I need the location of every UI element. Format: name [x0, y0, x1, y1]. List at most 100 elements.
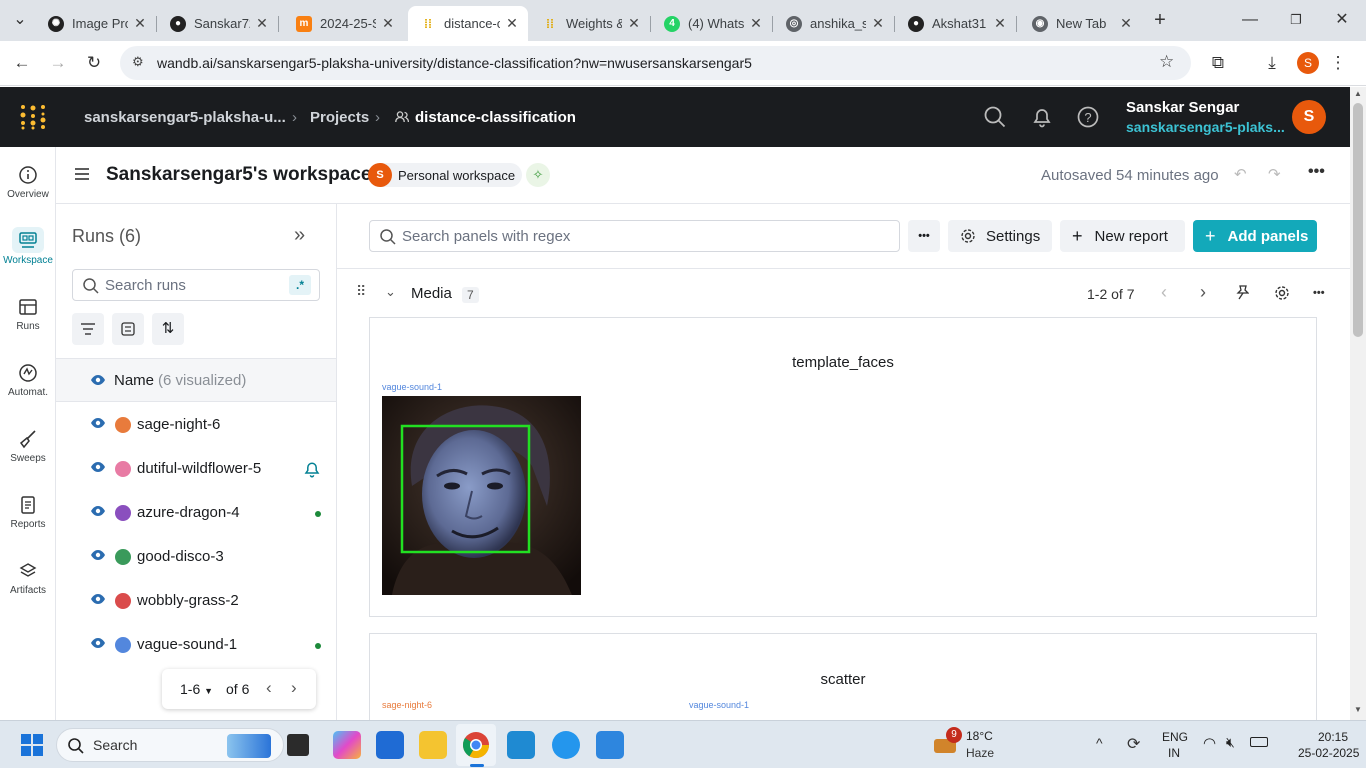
rail-item-runs[interactable]: Runs [0, 297, 56, 357]
breadcrumb-projects[interactable]: Projects [310, 109, 369, 126]
close-icon[interactable]: ✕ [626, 15, 642, 32]
rail-item-automations[interactable]: Automat. [0, 363, 56, 423]
bell-icon[interactable] [303, 460, 321, 478]
new-tab-button[interactable]: + [1148, 8, 1172, 32]
forward-icon[interactable]: → [46, 51, 70, 75]
rail-item-reports[interactable]: Reports [0, 495, 56, 555]
run-color-dot[interactable] [115, 637, 131, 653]
collapse-runs-icon[interactable]: » [294, 224, 305, 247]
bookmark-star-icon[interactable]: ☆ [1159, 52, 1174, 72]
photos-icon[interactable] [596, 731, 624, 759]
pin-icon[interactable] [1235, 285, 1249, 301]
search-panels-input[interactable]: Search panels with regex [369, 220, 900, 252]
run-name[interactable]: dutiful-wildflower-5 [137, 460, 261, 477]
scroll-up-icon[interactable]: ▲ [1354, 89, 1362, 98]
page-size-select[interactable]: 1-6 ▼ [180, 681, 213, 697]
taskbar-search[interactable]: Search [56, 728, 284, 762]
copilot-icon[interactable] [333, 731, 361, 759]
eye-icon[interactable] [90, 593, 106, 605]
run-name[interactable]: azure-dragon-4 [137, 504, 240, 521]
add-panels-button[interactable]: + Add panels [1193, 220, 1317, 252]
rail-item-sweeps[interactable]: Sweeps [0, 429, 56, 489]
chevron-right-icon[interactable]: › [291, 678, 297, 698]
filter-button[interactable] [72, 313, 104, 345]
run-color-dot[interactable] [115, 461, 131, 477]
close-icon[interactable]: ✕ [380, 15, 396, 32]
more-icon[interactable]: ••• [1308, 163, 1325, 181]
eye-icon[interactable] [90, 549, 106, 561]
section-title[interactable]: Media [411, 285, 452, 302]
site-info-icon[interactable]: ⚙ [132, 54, 144, 70]
breadcrumb-project[interactable]: distance-classification [415, 109, 576, 126]
undo-icon[interactable]: ↶ [1234, 165, 1247, 183]
close-icon[interactable]: ✕ [1118, 15, 1134, 32]
vscode-icon[interactable] [507, 731, 535, 759]
chrome-icon[interactable] [462, 731, 490, 759]
minimize-icon[interactable]: — [1238, 8, 1262, 32]
docker-icon[interactable] [552, 731, 580, 759]
browser-tab[interactable]: ● Akshat31 ✕ [896, 6, 1017, 41]
run-row[interactable]: vague-sound-1 [56, 623, 336, 667]
more-icon[interactable]: ••• [1313, 287, 1325, 299]
battery-icon[interactable] [1250, 737, 1268, 747]
browser-tab-active[interactable]: ⁞⁞ distance-c ✕ [408, 6, 528, 41]
browser-tab[interactable]: ◉ New Tab ✕ [1020, 6, 1142, 41]
language-code[interactable]: ENG [1162, 730, 1188, 744]
run-name[interactable]: wobbly-grass-2 [137, 592, 239, 609]
eye-icon[interactable] [90, 461, 106, 473]
rail-item-overview[interactable]: Overview [0, 165, 56, 225]
run-row[interactable]: sage-night-6 [56, 403, 336, 447]
url-text[interactable]: wandb.ai/sanskarsengar5-plaksha-universi… [157, 55, 752, 71]
run-name[interactable]: vague-sound-1 [137, 636, 237, 653]
omnibox[interactable]: ⚙ wandb.ai/sanskarsengar5-plaksha-univer… [120, 46, 1191, 80]
column-name[interactable]: Name [114, 372, 154, 389]
run-row[interactable]: wobbly-grass-2 [56, 579, 336, 623]
browser-tab[interactable]: 4 (4) Whats ✕ [652, 6, 773, 41]
close-icon[interactable]: ✕ [992, 15, 1008, 32]
sparkle-icon[interactable]: ✧ [526, 163, 550, 187]
reload-icon[interactable]: ↻ [82, 51, 106, 75]
hamburger-icon[interactable] [75, 168, 89, 180]
help-icon[interactable]: ? [1077, 106, 1099, 128]
workspace-badge[interactable]: S Personal workspace [368, 163, 522, 187]
avatar[interactable]: S [1292, 100, 1326, 134]
run-row[interactable]: azure-dragon-4 [56, 491, 336, 535]
browser-tab[interactable]: ⁞⁞ Weights & ✕ [530, 6, 651, 41]
search-runs-input[interactable]: Search runs .* [72, 269, 320, 301]
browser-tab[interactable]: m 2024-25-S ✕ [284, 6, 404, 41]
run-name[interactable]: good-disco-3 [137, 548, 224, 565]
rail-item-workspace[interactable]: Workspace [0, 227, 56, 287]
browser-tab[interactable]: ◎ anshika_s ✕ [774, 6, 895, 41]
gear-icon[interactable] [1274, 285, 1290, 301]
task-view-icon[interactable] [287, 734, 309, 756]
language-region[interactable]: IN [1168, 746, 1180, 760]
close-icon[interactable]: ✕ [254, 15, 270, 32]
sync-icon[interactable]: ⟳ [1127, 734, 1140, 754]
run-color-dot[interactable] [115, 549, 131, 565]
file-explorer-icon[interactable] [419, 731, 447, 759]
breadcrumb-entity[interactable]: sanskarsengar5-plaksha-u... [84, 109, 286, 126]
close-icon[interactable]: ✕ [870, 15, 886, 32]
weather-icon[interactable]: 9 [934, 727, 962, 757]
more-button[interactable]: ••• [908, 220, 940, 252]
run-row[interactable]: dutiful-wildflower-5 [56, 447, 336, 491]
browser-tab[interactable]: ● Sanskar72 ✕ [158, 6, 279, 41]
bell-icon[interactable] [1031, 106, 1053, 128]
drag-handle-icon[interactable]: ⠿ [356, 283, 366, 300]
close-icon[interactable]: ✕ [748, 15, 764, 32]
chevron-right-icon[interactable]: › [1200, 282, 1206, 303]
user-entity[interactable]: sanskarsengar5-plaks... [1126, 119, 1285, 135]
redo-icon[interactable]: ↷ [1268, 165, 1281, 183]
search-icon[interactable] [984, 106, 1006, 128]
tab-search-icon[interactable]: ⌄ [8, 8, 32, 32]
scatter-panel[interactable]: scatter sage-night-6 vague-sound-1 [369, 633, 1317, 733]
chevron-down-icon[interactable]: ⌄ [385, 284, 396, 300]
face-image[interactable] [382, 396, 581, 595]
chevron-up-icon[interactable]: ^ [1096, 735, 1103, 751]
eye-icon[interactable] [90, 417, 106, 429]
eye-icon[interactable] [90, 637, 106, 649]
new-report-button[interactable]: + New report [1060, 220, 1185, 252]
profile-avatar[interactable]: S [1297, 52, 1319, 74]
close-icon[interactable]: ✕ [132, 15, 148, 32]
store-icon[interactable] [376, 731, 404, 759]
